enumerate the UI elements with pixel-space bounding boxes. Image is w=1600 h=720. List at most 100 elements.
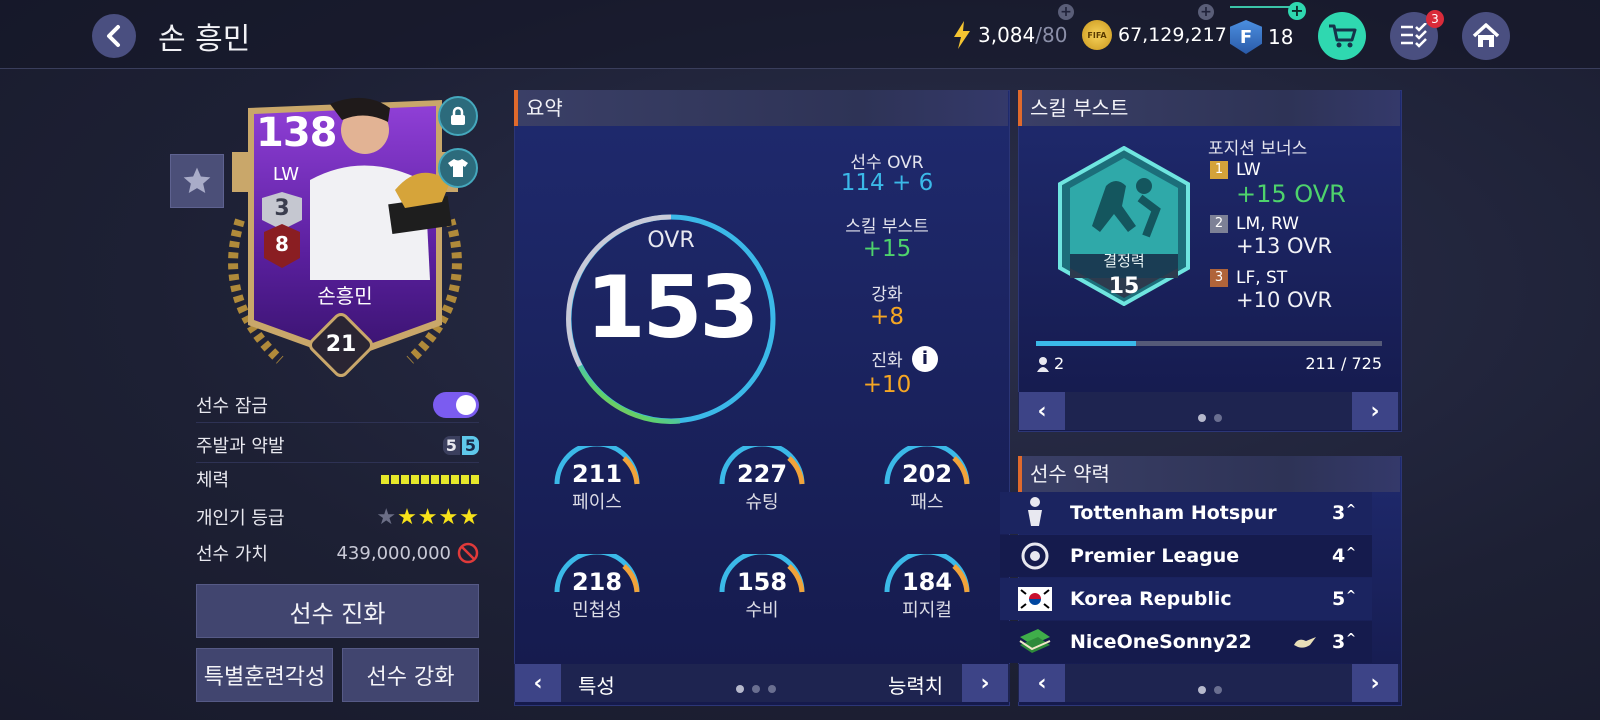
lock-row: 선수 잠금 <box>196 388 479 423</box>
traits-tab-label[interactable]: 특성 <box>578 670 615 699</box>
club-crest-icon <box>1028 497 1042 526</box>
page-title: 손 흥민 <box>158 22 251 57</box>
jersey-icon <box>448 159 468 177</box>
league-logo-icon <box>1021 542 1049 570</box>
lock-icon <box>451 106 465 125</box>
evolution-value: +10 <box>862 372 912 398</box>
summary-page-dots <box>732 678 780 697</box>
skill-boost-value: +15 <box>862 236 912 262</box>
special-training-button[interactable]: 특별훈련각성 <box>196 648 333 702</box>
position-bonus-label: 포지션 보너스 <box>1208 139 1308 159</box>
genie-lamp-icon <box>1294 637 1316 648</box>
stat-arc <box>884 446 970 485</box>
shop-button[interactable] <box>1318 12 1366 60</box>
stamina-segment <box>391 474 399 484</box>
back-button[interactable] <box>92 14 136 58</box>
checklist-icon <box>1401 23 1427 48</box>
chemistry-row[interactable]: Korea Republic 5 ^ <box>1000 578 1372 620</box>
toggle-knob <box>456 395 476 415</box>
chem-up-icon: ^ <box>1346 545 1357 559</box>
chevron-left-icon <box>107 25 120 47</box>
stamina-row: 체력 <box>196 462 479 496</box>
chemistry-prev-button[interactable]: ‹ <box>1019 664 1065 702</box>
card-player-name: 손흥민 <box>317 284 373 308</box>
stamina-segment <box>451 474 459 484</box>
kit-button[interactable] <box>438 148 478 188</box>
evolve-button[interactable]: 선수 진화 <box>196 584 479 638</box>
home-icon <box>1472 23 1500 47</box>
skill-count-value: 2 <box>1054 354 1065 373</box>
enhance-label: 강화 <box>871 285 903 305</box>
popularity-row: 개인기 등급 ★ ★ ★ ★ ★ <box>196 500 479 534</box>
home-button[interactable] <box>1462 12 1510 60</box>
skill-boost-label: 스킬 부스트 <box>845 217 929 237</box>
bonus-rank: 1 <box>1210 161 1228 179</box>
add-fc-button[interactable]: + <box>1288 2 1306 20</box>
evolution-label: 진화 <box>871 351 903 371</box>
chemistry-name: NiceOneSonny22 <box>1070 631 1252 653</box>
stamina-segment <box>441 474 449 484</box>
energy-display: 3,084/80 <box>952 20 1067 50</box>
bonus-value: +13 OVR <box>1236 234 1333 258</box>
bonus-value: +10 OVR <box>1236 288 1333 312</box>
stat-label: 수비 <box>745 600 779 621</box>
lightning-icon <box>954 21 970 49</box>
skill-prev-button[interactable]: ‹ <box>1019 392 1065 430</box>
skill-progress-fill <box>1036 341 1137 346</box>
stamina-segment <box>381 474 389 484</box>
fc-points-value: 18 <box>1268 25 1294 49</box>
position-bonus-item: 2 LM, RW +13 OVR <box>1210 214 1332 258</box>
info-icon[interactable]: i <box>912 346 938 372</box>
star-empty-icon: ★ <box>376 504 397 530</box>
chemistry-name: Tottenham Hotspur <box>1070 502 1277 524</box>
card-grade: 3 <box>274 196 290 221</box>
stamina-bar <box>381 474 479 484</box>
star-icon <box>183 167 211 193</box>
chemistry-next-button[interactable]: › <box>1352 664 1398 702</box>
summary-next-button[interactable]: › <box>962 664 1008 702</box>
favorite-button[interactable] <box>170 154 224 208</box>
card-lock-button[interactable] <box>438 96 478 136</box>
chemistry-header: 선수 약력 <box>1018 456 1400 492</box>
ovr-label: OVR <box>647 228 695 253</box>
add-coins-button[interactable]: + <box>1198 4 1214 20</box>
stats-tab-label[interactable]: 능력치 <box>888 670 943 699</box>
stat-label: 페이스 <box>572 492 622 513</box>
lock-toggle[interactable] <box>433 392 479 418</box>
stat-item: 227 슈팅 <box>707 446 817 514</box>
add-energy-button[interactable]: + <box>1058 4 1074 20</box>
no-trade-icon <box>457 542 479 564</box>
user-icon <box>1037 356 1049 372</box>
season-badge-number: 21 <box>325 332 357 357</box>
fifa-coin-icon: FIFA <box>1082 20 1112 50</box>
enhance-value: +8 <box>870 304 904 330</box>
chemistry-name: Premier League <box>1070 545 1240 567</box>
summary-prev-button[interactable]: ‹ <box>515 664 561 702</box>
popularity-label: 개인기 등급 <box>196 508 285 529</box>
stamina-segment <box>431 474 439 484</box>
ovr-value: 153 <box>585 258 760 358</box>
player-card[interactable]: 138 LW 3 8 손흥민 21 <box>220 90 470 381</box>
stamina-segment <box>401 474 409 484</box>
stat-item: 218 민첩성 <box>542 554 652 622</box>
skill-page-dots <box>1194 407 1226 426</box>
skill-next-button[interactable]: › <box>1352 392 1398 430</box>
stat-item: 158 수비 <box>707 554 817 622</box>
chem-up-icon: ^ <box>1346 631 1357 645</box>
fc-progress-line <box>1230 6 1296 8</box>
left-foot-value: 5 <box>442 435 460 455</box>
coin-display: FIFA 67,129,217 <box>1082 20 1227 50</box>
value-label: 선수 가치 <box>196 544 268 565</box>
team-pack-icon <box>1019 629 1051 653</box>
chemistry-row[interactable]: Tottenham Hotspur 3 ^ <box>1000 492 1372 534</box>
stat-label: 패스 <box>910 492 944 513</box>
position-bonus-item: 3 LF, ST +10 OVR <box>1210 268 1332 312</box>
stat-label: 피지컬 <box>902 600 952 621</box>
chemistry-row[interactable]: NiceOneSonny22 3 ^ <box>1000 621 1372 663</box>
skill-user-count: 2 <box>1036 354 1064 373</box>
value-row: 선수 가치 439,000,000 <box>196 536 479 570</box>
energy-value: 3,084 <box>978 23 1036 47</box>
enhance-button[interactable]: 선수 강화 <box>342 648 479 702</box>
chemistry-row[interactable]: Premier League 4 ^ <box>1000 535 1372 577</box>
stat-arc <box>719 446 805 485</box>
